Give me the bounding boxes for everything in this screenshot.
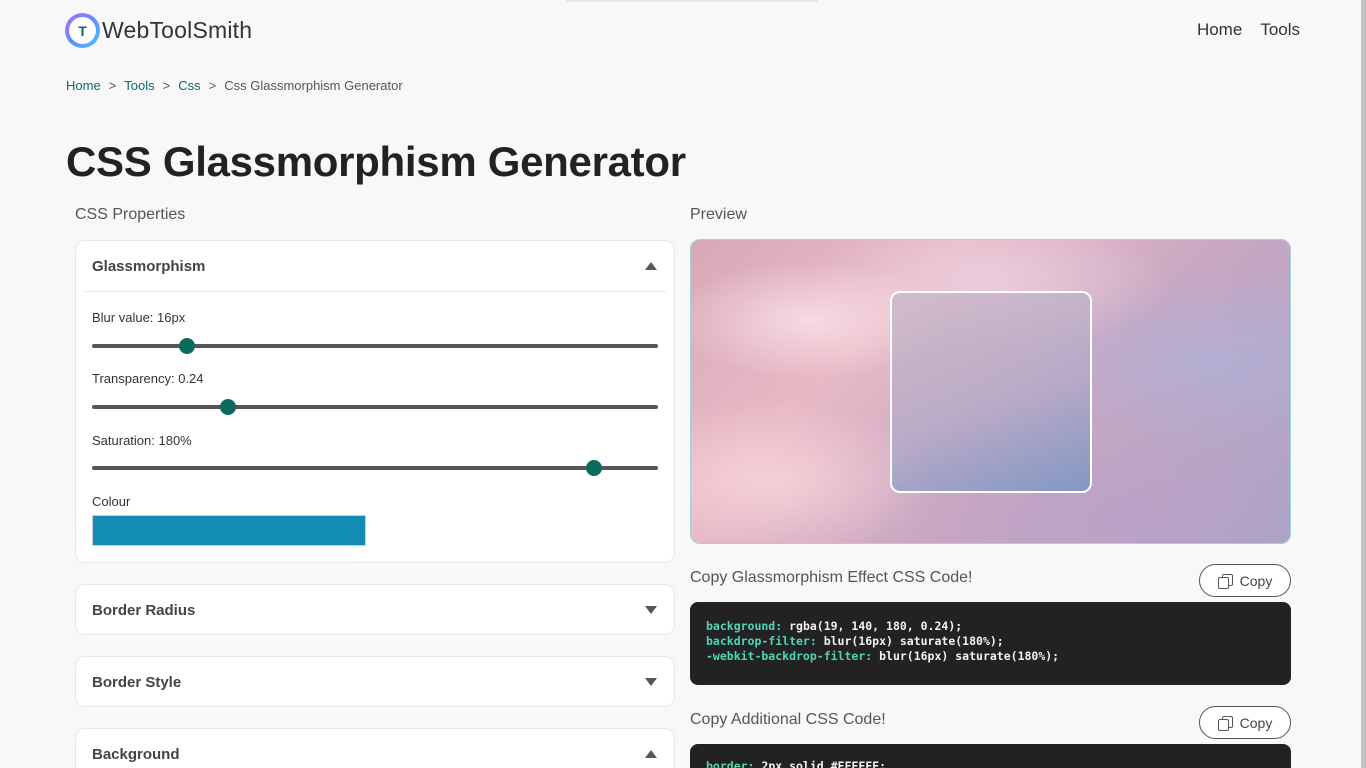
transparency-slider-thumb[interactable] [219,399,236,415]
colour-swatch[interactable] [92,515,366,546]
chevron-up-icon[interactable] [645,750,657,758]
breadcrumb: Home > Tools > Css > Css Glassmorphism G… [66,78,403,93]
preview-label: Preview [690,206,747,223]
background-panel-title: Background [92,745,180,763]
glassmorphism-panel-header[interactable]: Glassmorphism [76,241,674,291]
border-style-panel-header[interactable]: Border Style [76,657,674,707]
breadcrumb-separator: > [162,78,171,93]
copy-button-label: Copy [1239,714,1273,731]
code-line: border: 2px solid #FFFFFF; [706,759,1275,768]
saturation-label: Saturation: 180% [92,433,192,448]
copy-glass-code-button[interactable]: Copy [1199,564,1291,597]
breadcrumb-home[interactable]: Home [66,78,101,93]
background-panel[interactable]: Background [75,728,675,768]
blur-slider-thumb[interactable] [179,338,196,354]
copy-additional-code-button[interactable]: Copy [1199,706,1291,739]
panel-divider [84,291,666,292]
css-properties-label: CSS Properties [75,206,186,223]
chevron-up-icon[interactable] [645,262,657,270]
scrollbar-thumb[interactable] [1361,0,1366,768]
additional-code-title: Copy Additional CSS Code! [690,711,886,728]
logo-mark-letter: T [69,17,96,44]
breadcrumb-css[interactable]: Css [178,78,200,93]
border-radius-panel-title: Border Radius [92,601,196,619]
copy-button-label: Copy [1239,572,1273,589]
transparency-slider[interactable] [92,399,658,415]
breadcrumb-separator: > [108,78,117,93]
code-line: -webkit-backdrop-filter: blur(16px) satu… [706,649,1275,664]
page-title: CSS Glassmorphism Generator [66,138,686,185]
blur-label: Blur value: 16px [92,310,186,325]
background-panel-header[interactable]: Background [76,729,674,768]
border-radius-panel[interactable]: Border Radius [75,584,675,635]
glass-card-preview [890,291,1092,493]
code-value: 2px solid #FFFFFF; [754,759,887,768]
top-progress-line [566,0,818,2]
code-property: border: [706,759,755,768]
border-style-panel-title: Border Style [92,673,182,691]
code-property: backdrop-filter: [706,634,817,648]
breadcrumb-tools[interactable]: Tools [124,78,154,93]
saturation-slider-thumb[interactable] [586,460,603,476]
code-value: rgba(19, 140, 180, 0.24); [782,619,963,633]
top-nav: Home Tools [1197,20,1300,40]
nav-home-link[interactable]: Home [1197,20,1242,40]
saturation-slider[interactable] [92,460,658,476]
colour-label: Colour [92,494,131,509]
additional-code-block[interactable]: border: 2px solid #FFFFFF; [690,744,1291,768]
code-value: blur(16px) saturate(180%); [816,634,1004,648]
blur-slider[interactable] [92,338,658,354]
code-value: blur(16px) saturate(180%); [872,649,1060,663]
copy-icon [1217,715,1233,731]
preview-area [690,239,1291,544]
glass-code-title: Copy Glassmorphism Effect CSS Code! [690,569,973,586]
logo-mark-icon: T [65,13,100,48]
code-line: background: rgba(19, 140, 180, 0.24); [706,619,1275,634]
site-logo[interactable]: T WebToolSmith [65,13,252,48]
transparency-label: Transparency: 0.24 [92,371,204,386]
glassmorphism-panel-title: Glassmorphism [92,257,206,275]
chevron-down-icon[interactable] [645,606,657,614]
logo-text: WebToolSmith [102,17,253,43]
code-line: backdrop-filter: blur(16px) saturate(180… [706,634,1275,649]
code-property: background: [706,619,783,633]
chevron-down-icon[interactable] [645,678,657,686]
code-property: -webkit-backdrop-filter: [706,649,873,663]
breadcrumb-current: Css Glassmorphism Generator [224,78,403,93]
glass-code-block[interactable]: background: rgba(19, 140, 180, 0.24); ba… [690,602,1291,685]
breadcrumb-separator: > [208,78,217,93]
nav-tools-link[interactable]: Tools [1260,20,1300,40]
border-style-panel[interactable]: Border Style [75,656,675,707]
border-radius-panel-header[interactable]: Border Radius [76,585,674,635]
glassmorphism-panel: Glassmorphism Blur value: 16px Transpare… [75,240,675,563]
copy-icon [1217,573,1233,589]
page-scrollbar[interactable] [1361,0,1366,768]
